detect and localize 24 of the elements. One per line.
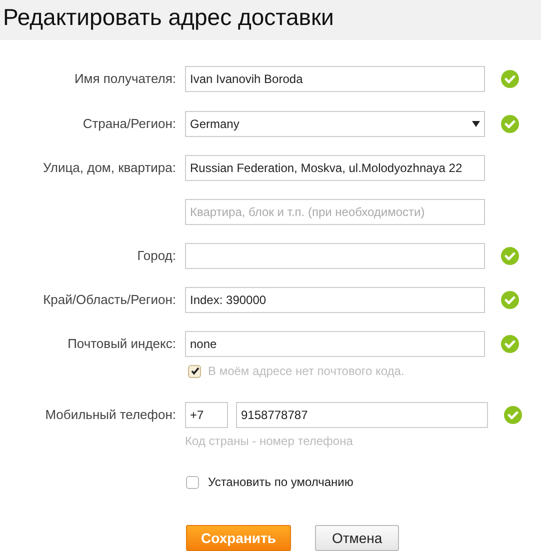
field-label: Имя получателя: [74, 71, 176, 86]
text-field[interactable]: Index: 390000 [185, 287, 485, 313]
text-field[interactable]: Russian Federation, Moskva, ul.Molodyozhnaya 22 [185, 155, 485, 181]
text-field[interactable]: Квартира, блок и т.п. (при необходимости) [185, 199, 485, 225]
field-label: Край/Область/Регион: [43, 292, 176, 308]
text-field[interactable]: none [185, 331, 485, 357]
page-title: Редактировать адрес доставки [2, 3, 335, 32]
text-field[interactable] [185, 243, 485, 269]
checkbox[interactable] [186, 476, 199, 488]
field-label: Мобильный телефон: [45, 407, 176, 422]
field-label: Почтовый индекс: [68, 336, 176, 352]
checkbox-label: Установить по умолчанию [208, 474, 354, 491]
checkbox-label: В моём адресе нет почтового кода. [208, 363, 404, 380]
field-hint: Код страны - номер телефона [185, 433, 354, 450]
cancel-button[interactable]: Отмена [314, 525, 400, 551]
country-code-field[interactable]: +7 [185, 402, 228, 428]
country-select[interactable]: Germany [185, 111, 485, 137]
field-label: Улица, дом, квартира: [42, 160, 176, 176]
phone-field[interactable]: 9158778787 [236, 402, 488, 428]
checkbox[interactable] [188, 364, 201, 378]
text-field[interactable]: Ivan Ivanovih Boroda [185, 66, 485, 92]
field-label: Страна/Регион: [82, 116, 176, 132]
field-label: Город: [137, 248, 176, 264]
dropdown-caret-icon [472, 121, 480, 127]
